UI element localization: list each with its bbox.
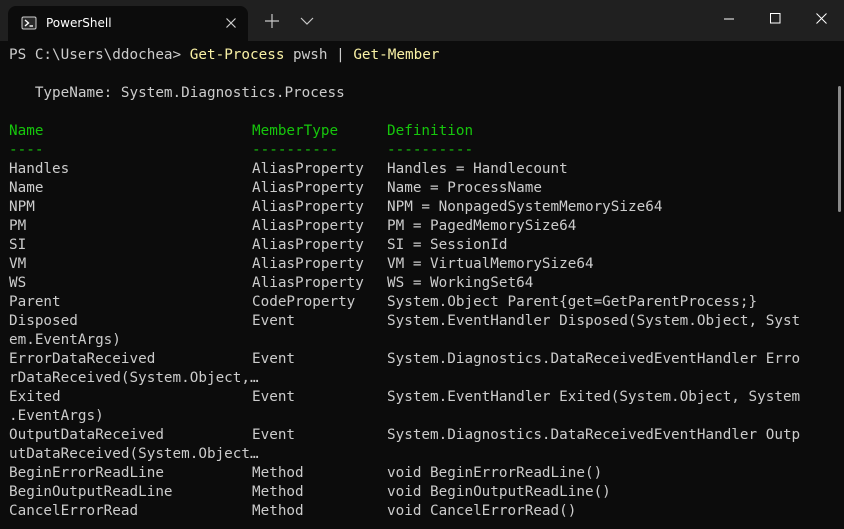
command-args: pwsh |: [284, 47, 354, 63]
member-definition: PM = PagedMemorySize64: [387, 218, 577, 234]
member-name: SI: [9, 237, 27, 253]
command-get-process: Get-Process: [189, 47, 285, 63]
member-name: BeginOutputReadLine: [9, 484, 173, 500]
member-name: Handles: [9, 161, 70, 177]
member-definition: void BeginOutputReadLine(): [387, 484, 611, 500]
member-definition: System.Diagnostics.DataReceivedEventHand…: [387, 427, 801, 443]
member-definition: System.EventHandler Exited(System.Object…: [387, 389, 801, 405]
member-type: Event: [252, 389, 296, 405]
maximize-icon: [770, 13, 781, 24]
rule-membertype: ----------: [252, 142, 339, 158]
member-definition: System.Object Parent{get=GetParentProces…: [387, 294, 758, 310]
typename-line: TypeName: System.Diagnostics.Process: [9, 85, 345, 101]
tab-title: PowerShell: [46, 16, 112, 30]
member-type: AliasProperty: [252, 161, 364, 177]
close-icon[interactable]: [222, 14, 240, 32]
column-rule-row: ---- ---------- ----------: [9, 141, 473, 160]
column-header-row: Name MemberType Definition: [9, 122, 473, 141]
scrollbar-thumb[interactable]: [838, 86, 841, 212]
prompt-line: PS C:\Users\ddochea> Get-Process pwsh | …: [9, 46, 439, 65]
member-name: Name: [9, 180, 44, 196]
header-membertype: MemberType: [252, 123, 339, 139]
prompt-prefix: PS C:\Users\ddochea>: [9, 47, 190, 63]
member-definition: NPM = NonpagedSystemMemorySize64: [387, 199, 663, 215]
plus-icon[interactable]: [262, 11, 282, 31]
command-get-member: Get-Member: [353, 47, 440, 63]
member-definition: VM = VirtualMemorySize64: [387, 256, 594, 272]
maximize-button[interactable]: [752, 0, 798, 38]
member-type: Event: [252, 427, 296, 443]
member-type: AliasProperty: [252, 237, 364, 253]
member-name: Parent: [9, 294, 61, 310]
member-definition: void CancelErrorRead(): [387, 503, 577, 519]
member-definition: System.Diagnostics.DataReceivedEventHand…: [387, 351, 801, 367]
member-type: AliasProperty: [252, 218, 364, 234]
powershell-icon: [21, 16, 37, 30]
close-icon: [816, 13, 827, 24]
table-row-wrap: utDataReceived(System.Object…: [9, 446, 259, 462]
member-type: Method: [252, 503, 304, 519]
member-type: AliasProperty: [252, 256, 364, 272]
member-definition: System.EventHandler Disposed(System.Obje…: [387, 313, 801, 329]
member-definition: Handles = Handlecount: [387, 161, 568, 177]
member-type: Method: [252, 465, 304, 481]
tab-powershell[interactable]: PowerShell: [8, 6, 248, 41]
rule-name: ----: [9, 142, 44, 158]
chevron-down-icon[interactable]: [297, 11, 317, 31]
table-row-wrap: .EventArgs): [9, 408, 104, 424]
member-name: BeginErrorReadLine: [9, 465, 164, 481]
member-type: AliasProperty: [252, 199, 364, 215]
member-name: PM: [9, 218, 27, 234]
member-type: CodeProperty: [252, 294, 356, 310]
member-name: WS: [9, 275, 27, 291]
header-definition: Definition: [387, 123, 474, 139]
member-name: VM: [9, 256, 27, 272]
member-type: AliasProperty: [252, 275, 364, 291]
member-name: ErrorDataReceived: [9, 351, 156, 367]
member-definition: WS = WorkingSet64: [387, 275, 534, 291]
member-name: Exited: [9, 389, 61, 405]
terminal-window: PowerShell PS C:\Users\ddochea> Get-Proc…: [0, 0, 844, 529]
minimize-button[interactable]: [706, 0, 752, 38]
member-type: Event: [252, 313, 296, 329]
terminal-output[interactable]: PS C:\Users\ddochea> Get-Process pwsh | …: [0, 41, 836, 529]
member-name: OutputDataReceived: [9, 427, 164, 443]
table-row-wrap: rDataReceived(System.Object,…: [9, 370, 259, 386]
member-type: AliasProperty: [252, 180, 364, 196]
member-name: Disposed: [9, 313, 78, 329]
member-definition: Name = ProcessName: [387, 180, 542, 196]
title-bar[interactable]: PowerShell: [0, 0, 844, 41]
member-definition: void BeginErrorReadLine(): [387, 465, 603, 481]
member-type: Event: [252, 351, 296, 367]
member-type: Method: [252, 484, 304, 500]
member-definition: SI = SessionId: [387, 237, 508, 253]
rule-definition: ----------: [387, 142, 474, 158]
close-window-button[interactable]: [798, 0, 844, 38]
member-name: CancelErrorRead: [9, 503, 139, 519]
scrollbar[interactable]: [836, 41, 844, 529]
header-name: Name: [9, 123, 44, 139]
minimize-icon: [724, 18, 734, 20]
member-name: NPM: [9, 199, 35, 215]
table-row-wrap: em.EventArgs): [9, 332, 121, 348]
